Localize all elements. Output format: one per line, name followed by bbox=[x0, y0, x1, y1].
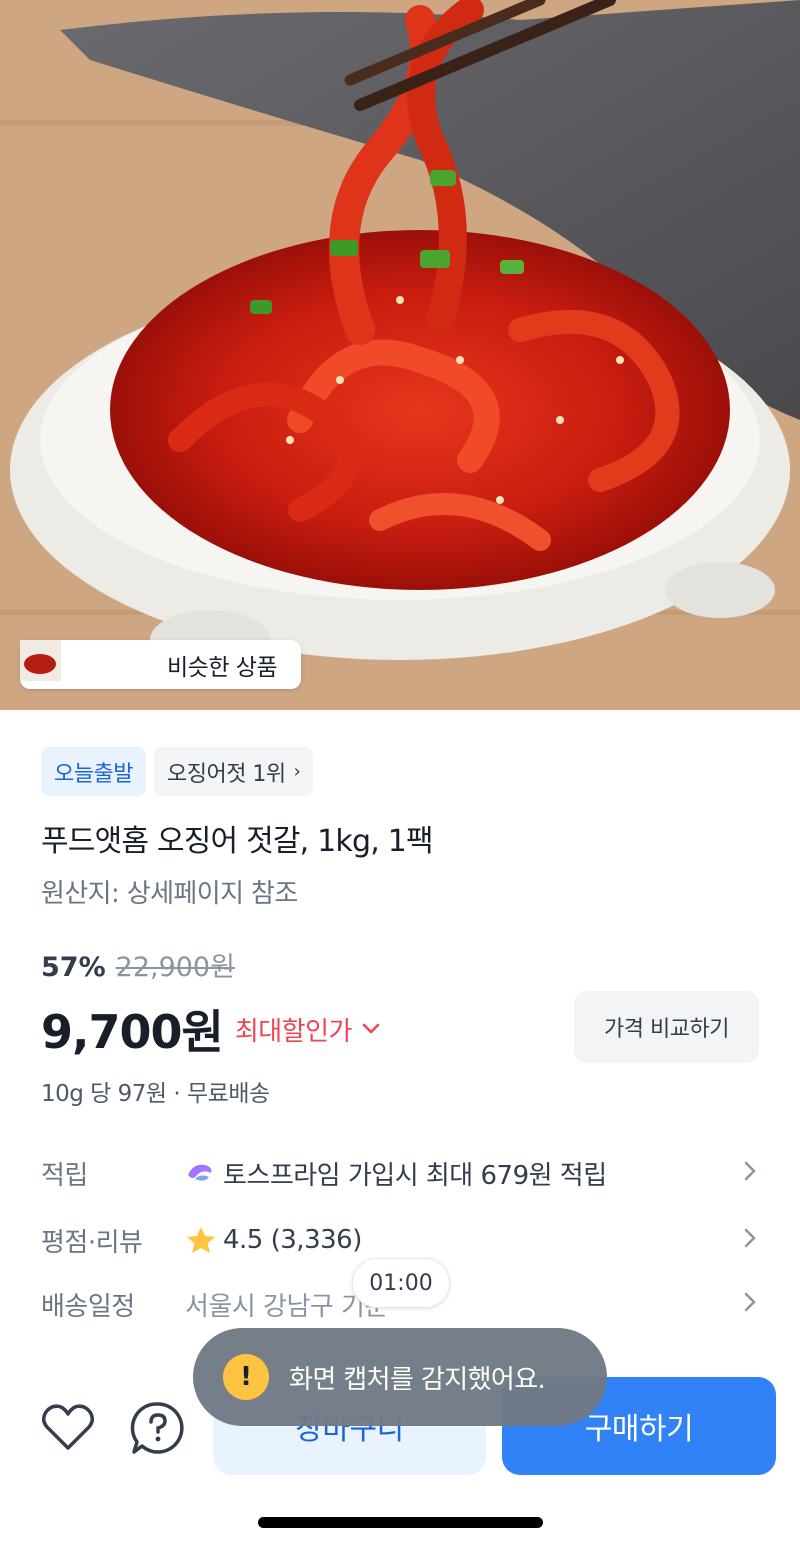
wishlist-heart-button[interactable] bbox=[38, 1398, 98, 1458]
rating-review-row[interactable]: 평점·리뷰 4.5 (3,336) bbox=[41, 1220, 761, 1260]
heart-icon bbox=[42, 1404, 94, 1450]
compare-price-button[interactable]: 가격 비교하기 bbox=[574, 991, 759, 1063]
today-ship-label: 오늘출발 bbox=[54, 761, 133, 787]
similar-thumb-2 bbox=[20, 640, 112, 685]
warning-icon: ! bbox=[223, 1354, 269, 1400]
chevron-down-icon bbox=[362, 1019, 380, 1040]
max-discount-toggle[interactable]: 최대할인가 bbox=[235, 1011, 380, 1048]
rating-value: 4.5 (3,336) bbox=[185, 1224, 362, 1256]
points-row[interactable]: 적립 토스프라임 가입시 최대 679원 적립 bbox=[41, 1153, 761, 1193]
capture-timer: 01:00 bbox=[352, 1258, 450, 1308]
similar-products-label: 비슷한 상품 bbox=[167, 654, 278, 681]
chevron-right-icon bbox=[743, 1290, 757, 1320]
price-row: 9,700원 최대할인가 bbox=[41, 996, 380, 1062]
discount-percent: 57% bbox=[41, 952, 106, 983]
product-hero-image[interactable]: 비슷한 상품 bbox=[0, 0, 800, 710]
points-value: 토스프라임 가입시 최대 679원 적립 bbox=[185, 1155, 607, 1192]
home-indicator bbox=[258, 1517, 543, 1528]
squid-jeotgal-photo bbox=[0, 0, 800, 710]
ranking-badge[interactable]: 오징어젓 1위 › bbox=[153, 747, 314, 796]
chevron-right-icon bbox=[743, 1159, 757, 1189]
sale-price: 9,700원 bbox=[41, 1005, 224, 1059]
product-origin: 원산지: 상세페이지 참조 bbox=[41, 879, 298, 909]
points-text: 토스프라임 가입시 최대 679원 적립 bbox=[223, 1160, 607, 1191]
toast-message: 화면 캡처를 감지했어요. bbox=[289, 1364, 546, 1395]
product-title: 푸드앳홈 오징어 젓갈, 1kg, 1팩 bbox=[41, 824, 434, 859]
today-ship-badge: 오늘출발 bbox=[41, 747, 146, 796]
points-label: 적립 bbox=[41, 1160, 88, 1191]
delivery-label: 배송일정 bbox=[41, 1291, 135, 1322]
unit-price-shipping: 10g 당 97원 · 무료배송 bbox=[41, 1081, 270, 1107]
star-icon bbox=[187, 1227, 215, 1253]
inquiry-button[interactable] bbox=[128, 1398, 188, 1458]
chevron-right-icon bbox=[743, 1226, 757, 1256]
ranking-label: 오징어젓 1위 bbox=[166, 761, 286, 787]
original-price: 22,900원 bbox=[115, 952, 235, 983]
screen-capture-toast: ! 화면 캡처를 감지했어요. bbox=[193, 1328, 607, 1426]
similar-thumb-3 bbox=[20, 640, 157, 685]
toss-prime-icon bbox=[188, 1164, 212, 1181]
badge-row: 오늘출발 오징어젓 1위 › bbox=[41, 747, 314, 796]
max-discount-label: 최대할인가 bbox=[234, 1016, 353, 1047]
discount-row: 57% 22,900원 bbox=[41, 945, 235, 984]
rating-text: 4.5 (3,336) bbox=[223, 1225, 362, 1255]
question-bubble-icon bbox=[130, 1402, 184, 1454]
similar-products-button[interactable]: 비슷한 상품 bbox=[20, 640, 301, 689]
rating-label: 평점·리뷰 bbox=[41, 1227, 143, 1258]
chevron-right-icon: › bbox=[293, 761, 301, 782]
